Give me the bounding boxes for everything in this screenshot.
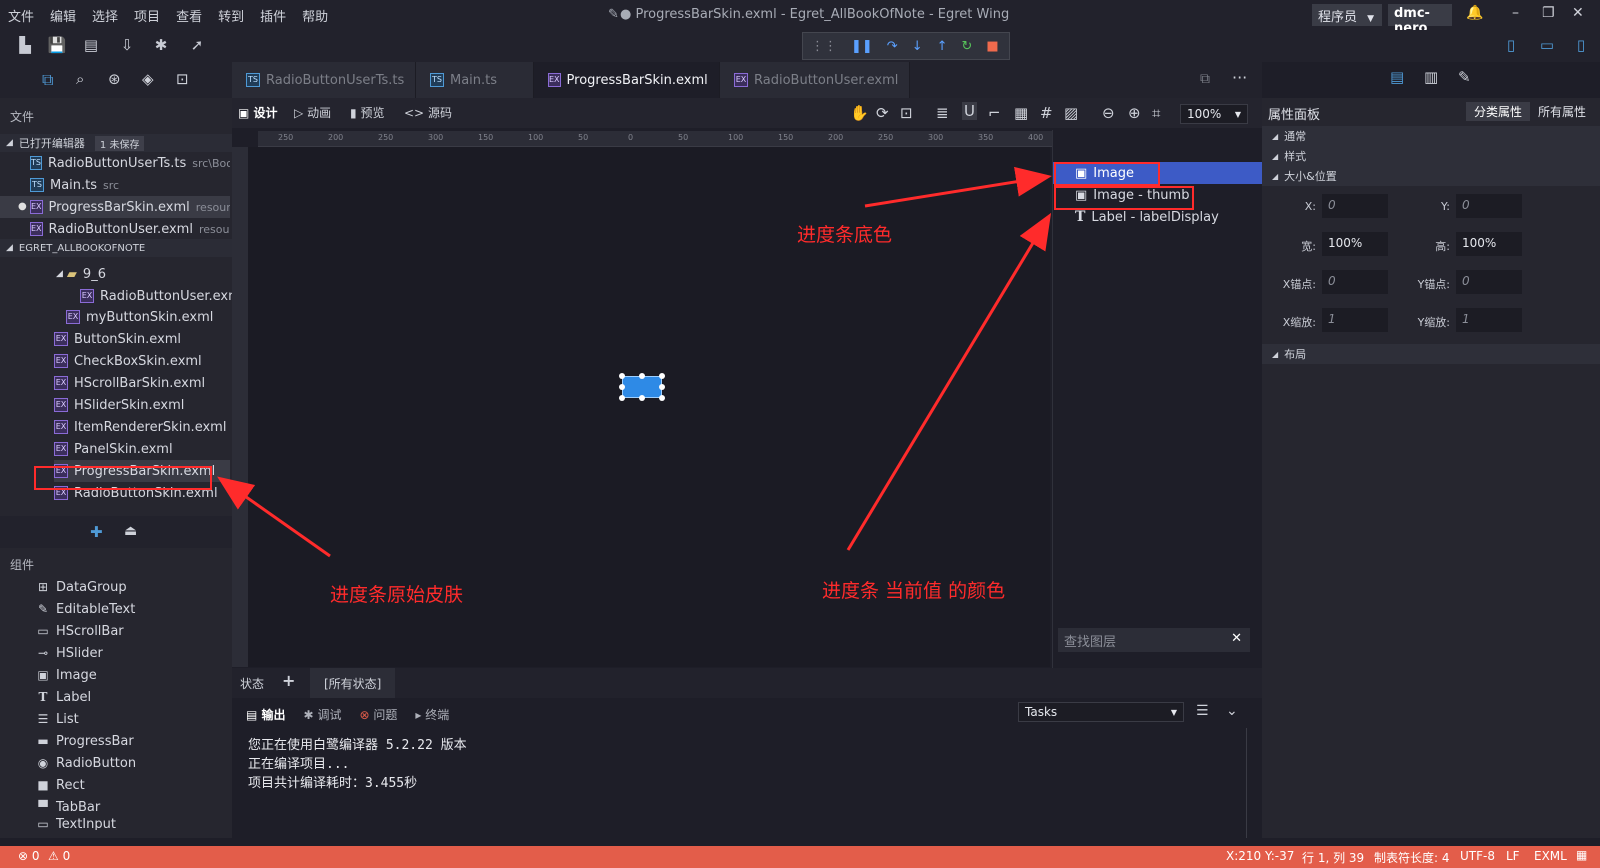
arrow-to-thumb xyxy=(846,212,1052,551)
arrow-to-skin-file xyxy=(217,476,331,558)
annotation-arrows xyxy=(217,166,1052,558)
arrow-to-image xyxy=(864,166,1052,208)
